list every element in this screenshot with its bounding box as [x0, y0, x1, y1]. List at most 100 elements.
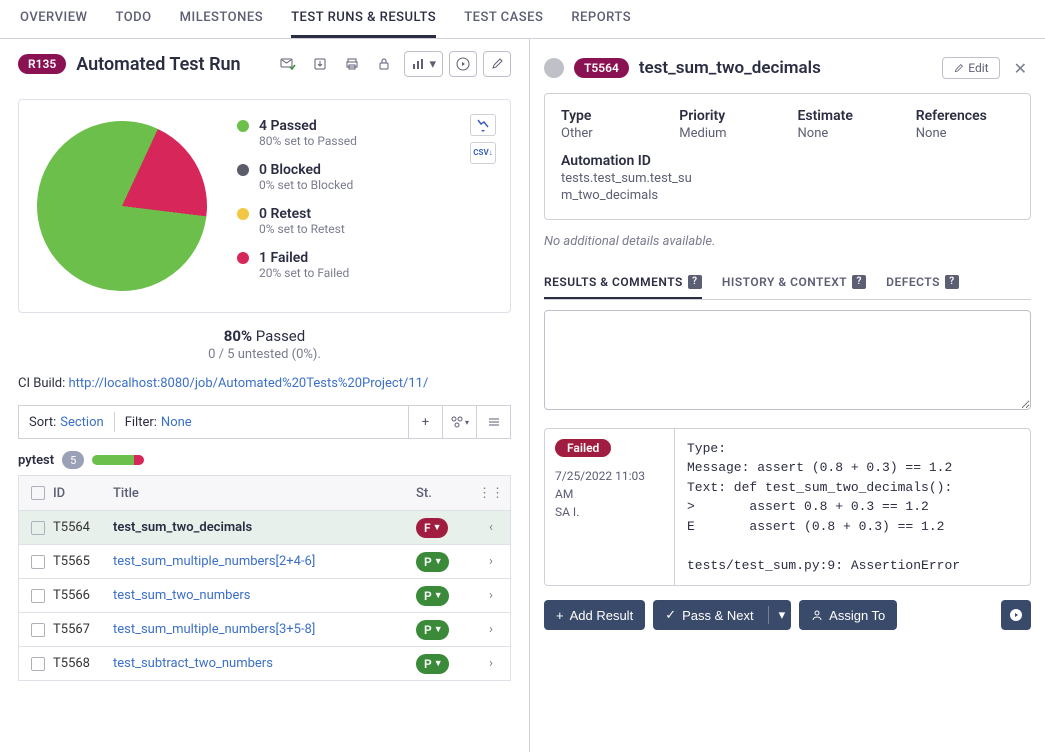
summary-card: CSV↓ 4 Passed80% set to Passed 0 Blocked…: [18, 99, 511, 313]
export-icon[interactable]: [310, 54, 330, 74]
action-row: +Add Result ✓Pass & Next▾ Assign To: [544, 600, 1031, 630]
row-checkbox[interactable]: [31, 623, 45, 637]
no-details: No additional details available.: [544, 234, 1031, 249]
chevron-down-icon: ▾: [779, 607, 786, 623]
legend: 4 Passed80% set to Passed 0 Blocked0% se…: [237, 118, 492, 294]
row-title[interactable]: test_sum_multiple_numbers[3+5-8]: [113, 622, 416, 637]
row-id: T5565: [53, 554, 113, 569]
comment-input[interactable]: [544, 310, 1031, 410]
chevron-down-icon: ▼: [434, 624, 443, 635]
help-icon[interactable]: ?: [688, 275, 702, 289]
expand-row-button[interactable]: ›: [476, 554, 506, 569]
result-user: SA I.: [555, 503, 664, 521]
chevron-down-icon: ▼: [434, 556, 443, 567]
chevron-down-icon: ▼: [434, 590, 443, 601]
row-checkbox[interactable]: [31, 521, 45, 535]
add-filter-button[interactable]: +: [408, 405, 442, 439]
tab-milestones[interactable]: MILESTONES: [180, 0, 263, 38]
expand-row-button[interactable]: ‹: [476, 520, 506, 535]
toolbar-icons: [278, 54, 394, 74]
row-id: T5568: [53, 656, 113, 671]
result-status-badge: Failed: [555, 439, 611, 457]
row-title[interactable]: test_sum_two_numbers: [113, 588, 416, 603]
edit-case-button[interactable]: Edit: [942, 57, 999, 79]
group-button[interactable]: ▾: [442, 405, 476, 439]
row-id: T5567: [53, 622, 113, 637]
columns-icon[interactable]: ⋮⋮: [476, 486, 506, 501]
row-title[interactable]: test_sum_multiple_numbers[2+4-6]: [113, 554, 416, 569]
section-progress: [92, 455, 144, 465]
test-table: ID Title St. ⋮⋮ T5564test_sum_two_decima…: [18, 475, 511, 681]
table-header: ID Title St. ⋮⋮: [19, 476, 510, 510]
add-result-button[interactable]: +Add Result: [544, 600, 645, 630]
list-view-button[interactable]: [476, 405, 510, 439]
tab-overview[interactable]: OVERVIEW: [20, 0, 87, 38]
section-count: 5: [62, 451, 84, 469]
pass-next-button[interactable]: ✓Pass & Next▾: [653, 600, 791, 630]
chart-export-icon[interactable]: [470, 114, 496, 136]
table-row[interactable]: T5565test_sum_multiple_numbers[2+4-6]P ▼…: [19, 544, 510, 578]
ci-build-link[interactable]: http://localhost:8080/job/Automated%20Te…: [69, 376, 429, 391]
sub-tab-results[interactable]: RESULTS & COMMENTS?: [544, 269, 702, 299]
status-pill[interactable]: P ▼: [416, 552, 449, 572]
row-checkbox[interactable]: [31, 589, 45, 603]
nav-tabs: OVERVIEW TODO MILESTONES TEST RUNS & RES…: [0, 0, 1045, 39]
tab-test-cases[interactable]: TEST CASES: [464, 0, 543, 38]
pie-chart: [9, 93, 235, 319]
case-header: T5564 test_sum_two_decimals Edit ✕: [544, 51, 1031, 93]
tab-reports[interactable]: REPORTS: [571, 0, 631, 38]
chevron-down-icon: ▼: [434, 658, 443, 669]
row-title[interactable]: test_sum_two_decimals: [113, 520, 416, 535]
row-checkbox[interactable]: [31, 657, 45, 671]
tab-test-runs[interactable]: TEST RUNS & RESULTS: [291, 0, 436, 38]
edit-run-button[interactable]: [483, 51, 511, 77]
mail-check-icon[interactable]: [278, 54, 298, 74]
help-icon[interactable]: ?: [945, 275, 959, 289]
row-checkbox[interactable]: [31, 555, 45, 569]
sort-select[interactable]: Section: [60, 415, 103, 430]
result-date: 7/25/2022 11:03 AM: [555, 467, 664, 503]
help-icon[interactable]: ?: [852, 275, 866, 289]
run-button[interactable]: [449, 51, 477, 77]
case-badge: T5564: [574, 58, 629, 78]
table-row[interactable]: T5568test_subtract_two_numbersP ▼ ›: [19, 646, 510, 680]
run-title: Automated Test Run: [76, 54, 268, 75]
select-all-checkbox[interactable]: [31, 486, 45, 500]
sub-tab-history[interactable]: HISTORY & CONTEXT?: [722, 269, 866, 299]
run-header: R135 Automated Test Run ▾: [0, 39, 529, 89]
lock-icon[interactable]: [374, 54, 394, 74]
filter-bar: Sort: Section Filter: None + ▾: [18, 405, 511, 439]
status-circle-icon: [544, 58, 564, 78]
expand-row-button[interactable]: ›: [476, 656, 506, 671]
assign-to-button[interactable]: Assign To: [799, 600, 897, 630]
legend-failed: 1 Failed20% set to Failed: [237, 250, 492, 280]
sub-tab-defects[interactable]: DEFECTS?: [886, 269, 959, 299]
user-icon: [811, 609, 823, 621]
status-pill[interactable]: P ▼: [416, 620, 449, 640]
status-pill[interactable]: F ▼: [416, 518, 448, 538]
row-title[interactable]: test_subtract_two_numbers: [113, 656, 416, 671]
sub-tabs: RESULTS & COMMENTS? HISTORY & CONTEXT? D…: [544, 269, 1031, 300]
meta-box: TypeOther PriorityMedium EstimateNone Re…: [544, 93, 1031, 220]
table-row[interactable]: T5566test_sum_two_numbersP ▼ ›: [19, 578, 510, 612]
status-pill[interactable]: P ▼: [416, 586, 449, 606]
status-pill[interactable]: P ▼: [416, 654, 449, 674]
expand-row-button[interactable]: ›: [476, 622, 506, 637]
print-icon[interactable]: [342, 54, 362, 74]
result-card: Failed 7/25/2022 11:03 AM SA I. Type: Me…: [544, 428, 1031, 587]
filter-select[interactable]: None: [161, 415, 192, 430]
check-icon: ✓: [665, 607, 676, 623]
close-panel-button[interactable]: ✕: [1010, 59, 1031, 78]
table-row[interactable]: T5564test_sum_two_decimalsF ▼‹: [19, 510, 510, 544]
csv-export-icon[interactable]: CSV↓: [470, 142, 496, 164]
tab-todo[interactable]: TODO: [115, 0, 151, 38]
table-row[interactable]: T5567test_sum_multiple_numbers[3+5-8]P ▼…: [19, 612, 510, 646]
untested-line: 0 / 5 untested (0%).: [0, 347, 529, 362]
chevron-down-icon: ▼: [433, 522, 442, 533]
toolbar-right: ▾: [404, 51, 511, 77]
play-button[interactable]: [1001, 600, 1031, 630]
ci-build-line: CI Build: http://localhost:8080/job/Auto…: [0, 376, 529, 405]
row-id: T5566: [53, 588, 113, 603]
expand-row-button[interactable]: ›: [476, 588, 506, 603]
chart-mode-button[interactable]: ▾: [404, 51, 443, 77]
